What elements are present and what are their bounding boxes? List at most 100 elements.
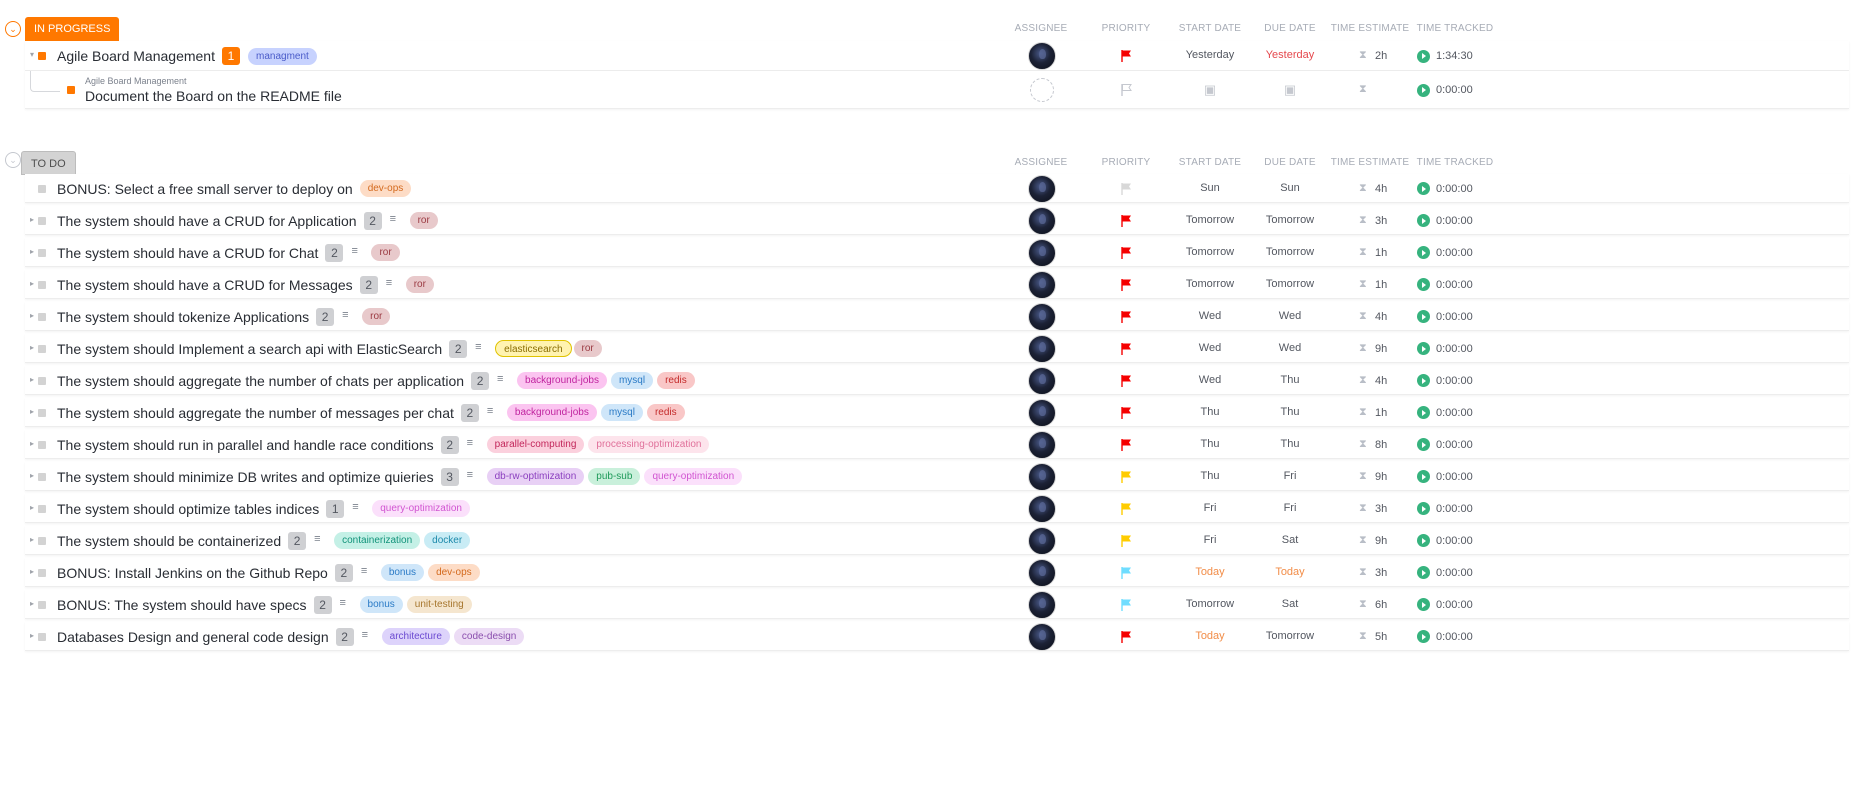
tag[interactable]: ror (362, 308, 391, 325)
time-tracked[interactable]: 0:00:00 (1436, 599, 1473, 611)
tag[interactable]: processing-optimization (588, 436, 710, 453)
task-row[interactable]: BONUS: Select a free small server to dep… (25, 174, 1849, 203)
status-square[interactable] (38, 440, 46, 449)
task-row[interactable]: ▸ The system should have a CRUD for Appli… (25, 206, 1849, 235)
play-timer-icon[interactable] (1417, 470, 1430, 483)
time-estimate[interactable]: 5h (1375, 631, 1387, 643)
hourglass-icon[interactable]: ⧗ (1359, 278, 1367, 291)
tag[interactable]: background-jobs (517, 372, 607, 389)
time-tracked[interactable]: 0:00:00 (1436, 311, 1473, 323)
status-pill[interactable]: TO DO (21, 151, 76, 175)
play-timer-icon[interactable] (1417, 310, 1430, 323)
time-tracked[interactable]: 0:00:00 (1436, 343, 1473, 355)
time-tracked[interactable]: 0:00:00 (1436, 84, 1473, 96)
time-tracked[interactable]: 1:34:30 (1436, 50, 1473, 62)
expand-right-icon[interactable]: ▸ (30, 471, 34, 480)
expand-right-icon[interactable]: ▸ (30, 343, 34, 352)
description-icon[interactable]: ≡ (497, 373, 503, 385)
priority-flag-icon[interactable] (1119, 534, 1133, 548)
play-timer-icon[interactable] (1417, 406, 1430, 419)
due-date[interactable]: Fri (1240, 502, 1340, 514)
time-estimate[interactable]: 4h (1375, 183, 1387, 195)
time-estimate[interactable]: 9h (1375, 471, 1387, 483)
tag[interactable]: ror (573, 340, 602, 357)
time-tracked[interactable]: 0:00:00 (1436, 439, 1473, 451)
priority-flag-icon[interactable] (1119, 182, 1133, 196)
status-square[interactable] (38, 248, 46, 257)
task-title[interactable]: The system should tokenize Applications (57, 309, 309, 325)
subtask-count-badge[interactable]: 2 (313, 595, 332, 614)
hourglass-icon[interactable]: ⧗ (1359, 566, 1367, 579)
tag[interactable]: code-design (453, 628, 525, 645)
task-row[interactable]: ▸ The system should be containerized 2 ≡ con… (25, 526, 1849, 555)
description-icon[interactable]: ≡ (386, 277, 392, 289)
expand-right-icon[interactable]: ▸ (30, 375, 34, 384)
tag[interactable]: docker (424, 532, 471, 549)
description-icon[interactable]: ≡ (475, 341, 481, 353)
status-square[interactable] (38, 280, 46, 289)
description-icon[interactable]: ≡ (342, 309, 348, 321)
subtask-count-badge[interactable]: 2 (449, 339, 468, 358)
subtask-count-badge[interactable]: 2 (288, 531, 307, 550)
due-date[interactable]: Sun (1240, 182, 1340, 194)
task-row[interactable]: ▸ The system should aggregate the number … (25, 398, 1849, 427)
time-tracked[interactable]: 0:00:00 (1436, 535, 1473, 547)
due-date[interactable]: Sat (1240, 534, 1340, 546)
expand-right-icon[interactable]: ▸ (30, 503, 34, 512)
subtask-count-badge[interactable]: 2 (334, 563, 353, 582)
description-icon[interactable]: ≡ (314, 533, 320, 545)
tag[interactable]: query-optimization (372, 500, 470, 517)
subtask-count-badge[interactable]: 2 (359, 275, 378, 294)
avatar[interactable] (1028, 42, 1056, 70)
task-title[interactable]: The system should aggregate the number o… (57, 373, 464, 389)
priority-flag-icon[interactable] (1119, 630, 1133, 644)
task-title[interactable]: The system should have a CRUD for Applic… (57, 213, 357, 229)
priority-flag-icon[interactable] (1119, 598, 1133, 612)
time-tracked[interactable]: 0:00:00 (1436, 215, 1473, 227)
description-icon[interactable]: ≡ (352, 501, 358, 513)
tag[interactable]: ror (409, 212, 438, 229)
play-timer-icon[interactable] (1417, 49, 1430, 63)
tag[interactable]: query-optimization (644, 468, 743, 485)
status-square[interactable] (38, 600, 46, 609)
priority-flag-icon[interactable] (1119, 214, 1133, 228)
due-date[interactable]: Yesterday (1240, 49, 1340, 61)
status-square[interactable] (38, 408, 46, 417)
tag[interactable]: mysql (610, 372, 654, 389)
task-row[interactable]: ▸ The system should have a CRUD for Messa… (25, 270, 1849, 299)
task-title[interactable]: Agile Board Management (57, 48, 215, 64)
hourglass-icon[interactable]: ⧗ (1359, 470, 1367, 483)
task-title[interactable]: The system should have a CRUD for Messag… (57, 277, 353, 293)
subtask-count-badge[interactable]: 3 (440, 467, 459, 486)
description-icon[interactable]: ≡ (467, 469, 473, 481)
expand-right-icon[interactable]: ▸ (30, 279, 34, 288)
status-square[interactable] (38, 376, 46, 385)
priority-flag-icon[interactable] (1119, 246, 1133, 260)
tag[interactable]: mysql (600, 404, 643, 421)
status-square[interactable] (38, 312, 46, 321)
tag[interactable]: containerization (334, 532, 421, 549)
expand-right-icon[interactable]: ▸ (30, 311, 34, 320)
play-timer-icon[interactable] (1417, 630, 1430, 643)
status-square[interactable] (38, 504, 46, 513)
tag[interactable]: bonus (380, 564, 425, 581)
due-date[interactable]: Wed (1240, 342, 1340, 354)
task-title[interactable]: The system should run in parallel and ha… (57, 437, 434, 453)
time-tracked[interactable]: 0:00:00 (1436, 375, 1473, 387)
task-row[interactable]: ▸ The system should Implement a search ap… (25, 334, 1849, 363)
hourglass-icon[interactable]: ⧗ (1359, 374, 1367, 387)
tag[interactable]: unit-testing (406, 596, 472, 613)
task-title[interactable]: Document the Board on the README file (85, 88, 342, 104)
expand-right-icon[interactable]: ▸ (30, 215, 34, 224)
subtask-count-badge[interactable]: 2 (335, 627, 354, 646)
hourglass-icon[interactable]: ⧗ (1359, 214, 1367, 227)
play-timer-icon[interactable] (1417, 374, 1430, 387)
time-estimate[interactable]: 4h (1375, 375, 1387, 387)
play-timer-icon[interactable] (1417, 182, 1430, 195)
tag[interactable]: db-rw-optimization (486, 468, 585, 485)
subtask-row[interactable]: Agile Board Management Document the Board… (25, 71, 1849, 109)
time-tracked[interactable]: 0:00:00 (1436, 471, 1473, 483)
play-timer-icon[interactable] (1417, 83, 1430, 97)
task-title[interactable]: BONUS: Install Jenkins on the Github Rep… (57, 565, 328, 581)
due-date[interactable]: Tomorrow (1240, 214, 1340, 226)
